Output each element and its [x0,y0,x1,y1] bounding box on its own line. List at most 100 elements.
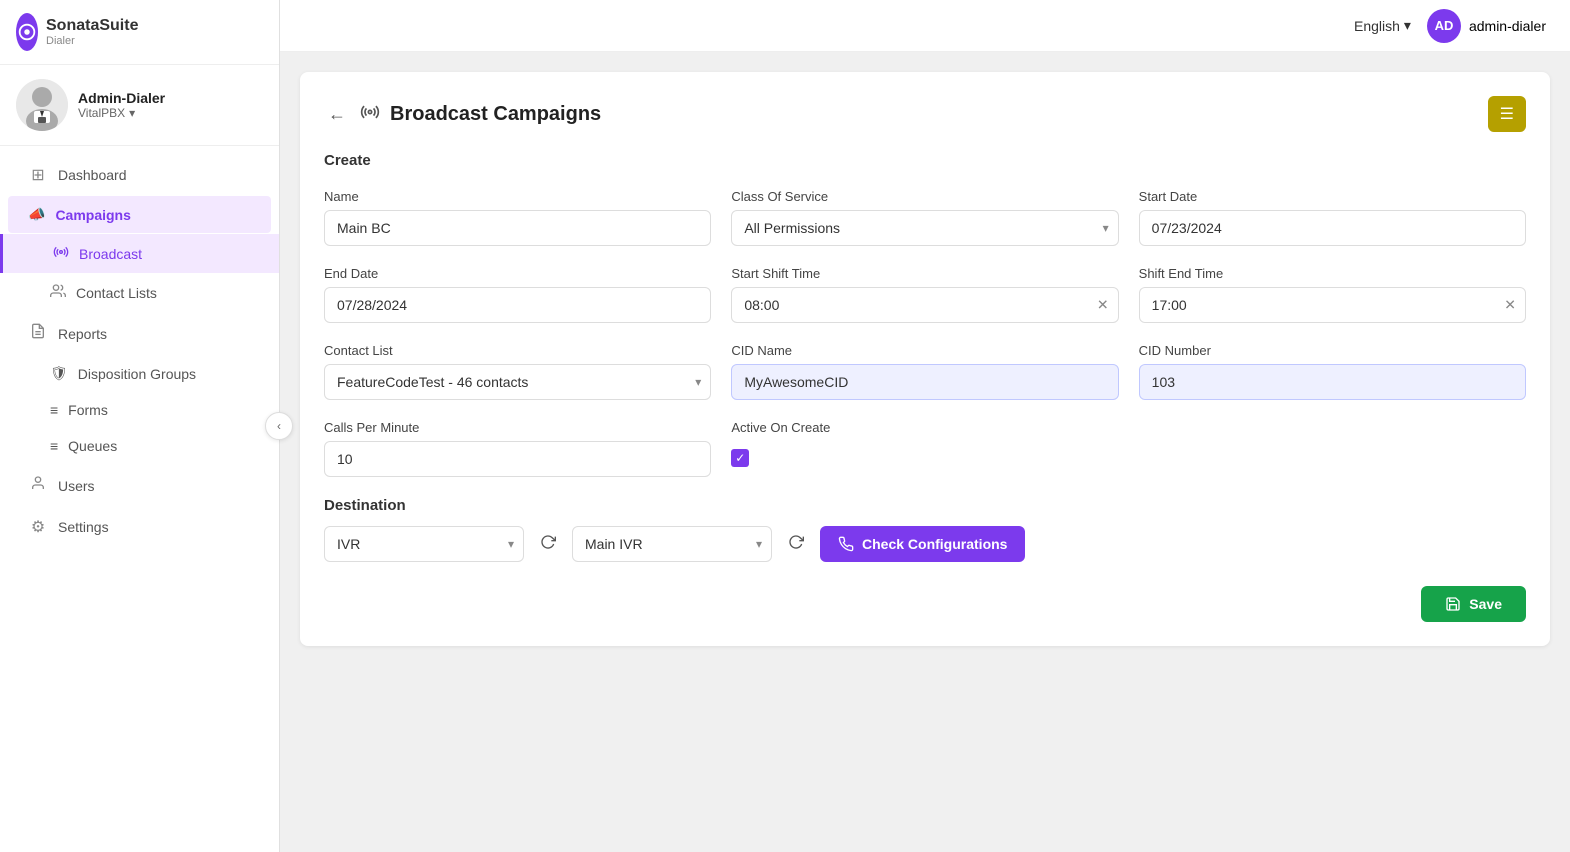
language-label: English [1354,18,1400,34]
form-group-contact-list: Contact List FeatureCodeTest - 46 contac… [324,343,711,400]
dest-name-select[interactable]: Main IVR [572,526,772,562]
contact-list-select-wrapper: FeatureCodeTest - 46 contacts ▾ [324,364,711,400]
cos-label: Class Of Service [731,189,1118,204]
language-selector[interactable]: English ▾ [1354,17,1411,34]
sidebar-item-label: Settings [58,519,109,535]
active-on-create-label: Active On Create [731,420,1118,435]
contact-list-select[interactable]: FeatureCodeTest - 46 contacts [324,364,711,400]
start-date-input[interactable] [1139,210,1526,246]
sidebar-item-label: Campaigns [55,207,130,223]
name-label: Name [324,189,711,204]
hamburger-button[interactable]: ☰ [1488,96,1526,132]
start-shift-clear-icon[interactable]: ✕ [1097,297,1109,314]
cid-name-input[interactable] [731,364,1118,400]
settings-icon: ⚙ [28,517,48,537]
form-group-active-on-create: Active On Create ✓ [731,420,1118,467]
destination-label: Destination [324,497,1526,514]
main-area: English ▾ AD admin-dialer ← [280,0,1570,852]
contact-lists-icon [50,283,66,302]
broadcast-page-icon [360,102,380,127]
form-group-name: Name [324,189,711,246]
sidebar-header: SonataSuite Dialer [0,0,279,65]
avatar [16,79,68,131]
form-row-4: Calls Per Minute Active On Create ✓ [324,420,1526,477]
sidebar-item-label: Reports [58,326,107,342]
sidebar-item-label: Broadcast [79,246,142,262]
shift-end-wrapper: ✕ [1139,287,1526,323]
form-group-end-date: End Date [324,266,711,323]
sidebar-item-label: Forms [68,402,108,418]
contact-list-label: Contact List [324,343,711,358]
reports-icon [28,323,48,344]
check-configurations-button[interactable]: Check Configurations [820,526,1025,562]
cid-number-label: CID Number [1139,343,1526,358]
cid-name-label: CID Name [731,343,1118,358]
start-shift-input[interactable] [731,287,1118,323]
start-date-label: Start Date [1139,189,1526,204]
calls-per-minute-input[interactable] [324,441,711,477]
dest-name-refresh-button[interactable] [782,528,810,561]
dest-type-select[interactable]: IVR [324,526,524,562]
sidebar-item-users[interactable]: Users [8,465,271,506]
dest-type-refresh-button[interactable] [534,528,562,561]
save-section: Save [324,586,1526,622]
user-info: Admin-Dialer VitalPBX ▾ [78,90,263,120]
form-group-cid-number: CID Number [1139,343,1526,400]
broadcast-icon [53,244,69,263]
save-button[interactable]: Save [1421,586,1526,622]
page-header-left: ← Broadcast Campaigns [324,100,601,129]
calls-per-minute-label: Calls Per Minute [324,420,711,435]
back-button[interactable]: ← [324,100,350,129]
sidebar-item-broadcast[interactable]: Broadcast [0,234,279,273]
logo-text: SonataSuite [46,17,138,35]
dropdown-arrow-icon: ▾ [129,106,135,120]
page-content: ← Broadcast Campaigns ☰ Create [280,52,1570,852]
user-badge: AD admin-dialer [1427,9,1546,43]
form-group-start-date: Start Date [1139,189,1526,246]
nav-section: ⊞ Dashboard 📣 Campaigns Broadcast [0,146,279,852]
campaigns-icon: 📣 [28,206,45,223]
user-org[interactable]: VitalPBX ▾ [78,106,263,120]
cos-select[interactable]: All Permissions [731,210,1118,246]
logo-icon [16,13,38,51]
shift-end-clear-icon[interactable]: ✕ [1504,297,1516,314]
save-label: Save [1469,596,1502,612]
shift-end-input[interactable] [1139,287,1526,323]
sidebar-item-reports[interactable]: Reports [8,313,271,354]
sidebar-collapse-button[interactable]: ‹ [265,412,293,440]
form-row-1: Name Class Of Service All Permissions ▾ [324,189,1526,246]
sidebar-item-label: Queues [68,438,117,454]
sidebar-item-label: Users [58,478,95,494]
sidebar-item-disposition-groups[interactable]: 🛡 Disposition Groups [0,355,279,392]
form-group-start-shift: Start Shift Time ✕ [731,266,1118,323]
section-label: Create [324,152,1526,169]
sidebar: SonataSuite Dialer Admin-Dialer VitalPBX… [0,0,280,852]
end-date-input[interactable] [324,287,711,323]
shift-end-label: Shift End Time [1139,266,1526,281]
dest-name-select-wrapper: Main IVR ▾ [572,526,772,562]
sidebar-item-dashboard[interactable]: ⊞ Dashboard [8,155,271,195]
disposition-icon: 🛡 [50,365,68,382]
dest-type-select-wrapper: IVR ▾ [324,526,524,562]
active-on-create-checkbox[interactable]: ✓ [731,449,749,467]
page-card: ← Broadcast Campaigns ☰ Create [300,72,1550,646]
sidebar-item-campaigns[interactable]: 📣 Campaigns [8,196,271,233]
cid-number-input[interactable] [1139,364,1526,400]
sidebar-item-label: Disposition Groups [78,366,196,382]
lang-dropdown-icon: ▾ [1404,17,1411,34]
name-input[interactable] [324,210,711,246]
logo-sub: Dialer [46,35,138,47]
sidebar-item-queues[interactable]: ≡ Queues [0,428,279,464]
sidebar-item-forms[interactable]: ≡ Forms [0,392,279,428]
form-group-cos: Class Of Service All Permissions ▾ [731,189,1118,246]
cos-select-wrapper: All Permissions ▾ [731,210,1118,246]
form-grid: Name Class Of Service All Permissions ▾ [324,189,1526,477]
sidebar-item-contact-lists[interactable]: Contact Lists [0,273,279,312]
sidebar-item-settings[interactable]: ⚙ Settings [8,507,271,547]
form-row-2: End Date Start Shift Time ✕ Shift End Ti… [324,266,1526,323]
page-title: Broadcast Campaigns [390,103,601,126]
check-config-label: Check Configurations [862,536,1007,552]
user-section: Admin-Dialer VitalPBX ▾ [0,65,279,146]
form-row-3: Contact List FeatureCodeTest - 46 contac… [324,343,1526,400]
start-shift-label: Start Shift Time [731,266,1118,281]
